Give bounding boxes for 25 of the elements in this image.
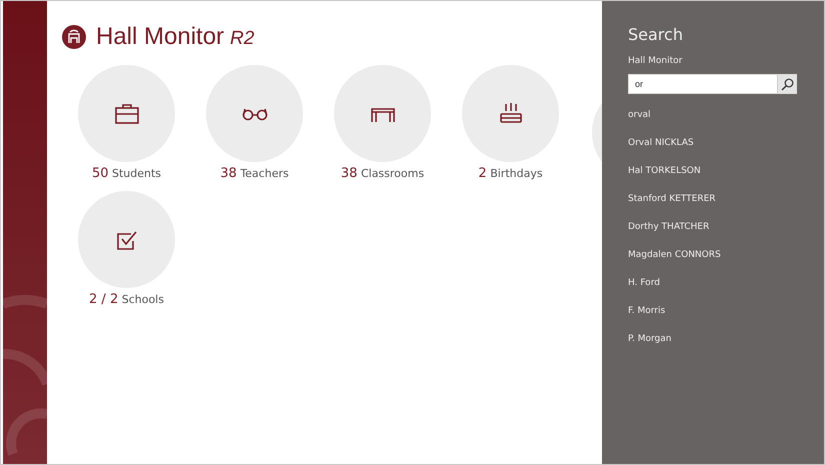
tile-label: 38 Teachers — [220, 166, 289, 181]
search-suggestion[interactable]: Dorthy THATCHER — [628, 220, 824, 248]
tile-label: 2 Birthdays — [478, 166, 543, 181]
tile-label: 2 / 2 Schools — [89, 292, 164, 307]
briefcase-icon — [114, 102, 140, 124]
app-logo-icon — [62, 25, 86, 49]
pane-title: Search — [628, 25, 684, 44]
search-scope: Hall Monitor — [628, 56, 684, 66]
search-suggestion[interactable]: F. Morris — [628, 304, 824, 332]
app-title: Hall Monitor R2 — [96, 23, 254, 51]
search-suggestion[interactable]: Magdalen CONNORS — [628, 248, 824, 276]
search-field[interactable]: or — [628, 74, 777, 94]
tile-label: 38 Classrooms — [340, 166, 424, 181]
search-suggestion[interactable]: Stanford KETTERER — [628, 192, 824, 220]
search-suggestion[interactable]: Hal TORKELSON — [628, 164, 824, 192]
search-icon — [780, 78, 794, 90]
glasses-icon — [240, 106, 268, 120]
search-suggestion[interactable]: H. Ford — [628, 276, 824, 304]
checkbox-icon — [114, 228, 138, 250]
cake-icon — [498, 102, 524, 126]
search-suggestion[interactable]: orval — [628, 108, 824, 136]
search-button[interactable] — [777, 74, 797, 94]
tile-label: 50 Students — [92, 166, 162, 181]
search-suggestion[interactable]: P. Morgan — [628, 332, 824, 360]
search-suggestion[interactable]: Orval NICKLAS — [628, 136, 824, 164]
